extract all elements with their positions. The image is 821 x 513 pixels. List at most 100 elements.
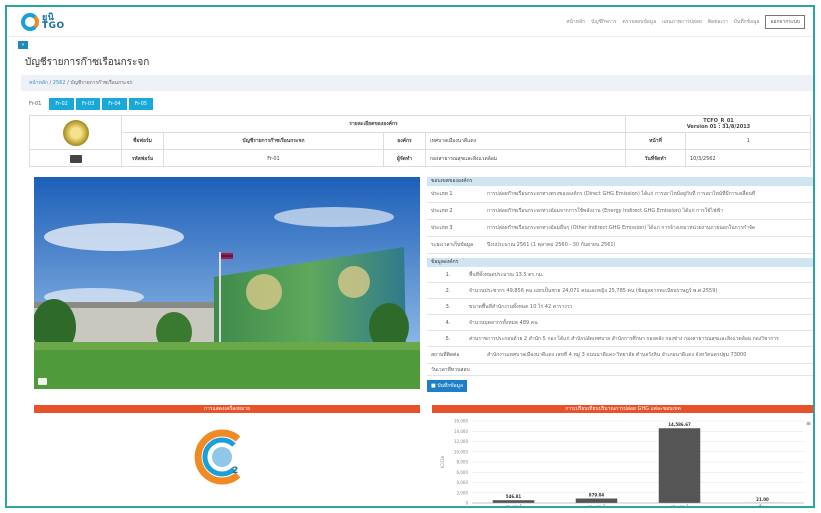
label-form-name: ชื่อฟอร์ม xyxy=(122,133,164,150)
scope-value: การปล่อยก๊าซเรือนกระจกทางอ้อมอื่นๆ (Othe… xyxy=(487,225,756,231)
office-photo-image xyxy=(34,177,420,389)
breadcrumb-home[interactable]: หน้าหลัก xyxy=(29,80,48,86)
org-data-value: จำนวนประชากร 49,856 คน แยกเป็นชาย 24,071… xyxy=(469,287,718,294)
sidebar-toggle-button[interactable]: » xyxy=(18,41,28,49)
scope-row: ประเภท 2 การปล่อยก๊าซเรือนกระจกทางอ้อมจา… xyxy=(427,203,813,220)
org-seal-icon xyxy=(62,119,89,146)
org-value: เทศบาลเมืองนาดีแดง xyxy=(426,133,626,150)
org-data-number: 5. xyxy=(445,335,451,342)
org-data-value: พื้นที่ทั้งหมดประมาณ 13.5 ตร.กม. xyxy=(469,271,544,278)
top-bar: ยูนิ TGO หน้าหลัก บัญชีกิจการ ตรวจสอบข้อ… xyxy=(7,7,813,37)
svg-text:2: 2 xyxy=(232,466,238,476)
org-data-row: 2. จำนวนประชากร 49,856 คน แยกเป็นชาย 24,… xyxy=(427,283,813,299)
org-data-value: จำนวนบุคลากรทั้งหมด 489 คน xyxy=(469,319,538,326)
breadcrumb-year[interactable]: 2562 xyxy=(53,80,66,86)
chart-y-tick-label: 6,000 xyxy=(457,470,469,475)
breadcrumb: หน้าหลัก / 2562 / บัญชีรายการก๊าซเรือนกร… xyxy=(21,75,813,91)
address-value: สำนักงานเทศบาลเมืองนาดีแดง เลขที่ 4 หมู่… xyxy=(487,352,747,358)
scope-row: ประเภท 1 การปล่อยก๊าซเรือนกระจกทางตรงของ… xyxy=(427,186,813,203)
chart-y-tick-label: 4,000 xyxy=(457,480,469,485)
label-org: องค์กร xyxy=(384,133,426,150)
date-value: 10/3/2562 xyxy=(690,155,716,162)
form-code-cell: TCFO_R_01 Version 01 : 31/8/2013 xyxy=(626,116,811,133)
tgo-emblem: 2 xyxy=(192,427,252,487)
scope-label: ประเภท 3 xyxy=(431,225,453,231)
page-title: บัญชีรายการก๊าซเรือนกระจก xyxy=(25,57,150,68)
scope-value: การปล่อยก๊าซเรือนกระจกทางตรงขององค์กร (D… xyxy=(487,191,756,197)
nav-item-record[interactable]: บันทึกข้อมูล xyxy=(734,18,760,26)
form-id-value: Fr-01 xyxy=(164,150,384,167)
chart-x-tick-label: ประเภท 1 xyxy=(505,504,523,508)
save-button[interactable]: ■ บันทึกข้อมูล xyxy=(427,380,468,392)
logo-panel-title: การแสดงเครื่องหมาย xyxy=(34,405,420,413)
scope-value: การปล่อยก๊าซเรือนกระจกทางอ้อมจากการใช้พล… xyxy=(487,208,723,214)
scope-label: ประเภท 2 xyxy=(431,208,453,214)
app-window: ยูนิ TGO หน้าหลัก บัญชีกิจการ ตรวจสอบข้อ… xyxy=(5,5,815,508)
org-section-title: รายละเอียดขององค์กร xyxy=(122,116,626,133)
tgo-emblem-icon: 2 xyxy=(194,429,241,485)
app-logo[interactable]: ยูนิ TGO xyxy=(21,11,65,33)
address-row: สถานที่ติดต่อ สำนักงานเทศบาลเมืองนาดีแดง… xyxy=(427,347,813,364)
emission-chart: 0 2,000 4,000 6,000 8,000 10,000 12,000 14,000 1… xyxy=(432,415,813,508)
logo-icon xyxy=(21,13,39,31)
scope-heading: ขอบเขตขององค์กร xyxy=(427,177,813,186)
org-data-row: 1. พื้นที่ทั้งหมดประมาณ 13.5 ตร.กม. xyxy=(427,267,813,283)
nav-item-accounts[interactable]: บัญชีกิจการ xyxy=(591,18,616,26)
chart-y-tick-label: 8,000 xyxy=(457,460,469,465)
org-seal-cell xyxy=(30,116,122,150)
page-value: 1 xyxy=(686,133,811,150)
chart-y-tick-label: 12,000 xyxy=(454,439,468,444)
nav-item-home[interactable]: หน้าหลัก xyxy=(566,18,585,26)
org-data-number: 3. xyxy=(445,303,451,310)
reporter-value: กองสาธารณสุขและสิ่งแวดล้อม xyxy=(426,150,626,167)
chart-data-label: 879.04 xyxy=(589,492,605,497)
verify-label: วันเวลาที่ทวนสอบ xyxy=(431,366,470,373)
person-card-icon xyxy=(69,154,82,163)
verify-row: วันเวลาที่ทวนสอบ xyxy=(427,364,813,376)
camera-icon[interactable] xyxy=(38,378,47,385)
chart-bar xyxy=(658,428,701,503)
scope-row: ประเภท 3 การปล่อยก๊าซเรือนกระจกทางอ้อมอื… xyxy=(427,220,813,237)
scope-value: ปีงบประมาณ 2561 (1 ตุลาคม 2560 - 30 กันย… xyxy=(487,242,616,248)
avatar-cell xyxy=(30,150,122,167)
tab-fr-02[interactable]: Fr-02 xyxy=(49,98,74,110)
tab-fr-03[interactable]: Fr-03 xyxy=(75,98,101,110)
nav-item-verify[interactable]: ตรวจสอบข้อมูล xyxy=(622,18,656,26)
chart-data-label: 21.00 xyxy=(756,497,769,502)
org-data-value: ส่วนราชการประกอบด้วย 2 สำนัก 5 กอง ได้แก… xyxy=(469,335,779,342)
chart-bar xyxy=(575,498,618,503)
chart-y-axis-label: tCO2e xyxy=(440,455,445,468)
form-name-value: บัญชีรายการก๊าซเรือนกระจก xyxy=(164,133,384,150)
chart-menu-icon: ≡ xyxy=(806,420,811,427)
emission-chart-svg: 0 2,000 4,000 6,000 8,000 10,000 12,000 14,000 1… xyxy=(440,419,811,508)
chart-panel-title: การเปรียบเทียบปริมาณการปล่อย GHG แต่ละขอ… xyxy=(432,405,813,413)
chart-data-label: 14,586.67 xyxy=(668,422,691,427)
form-header-table: รายละเอียดขององค์กร TCFO_R_01 Version 01… xyxy=(29,115,811,167)
org-data-number: 4. xyxy=(445,319,451,326)
scope-label: ประเภท 1 xyxy=(431,191,453,197)
scope-label: ระยะเวลาเก็บข้อมูล xyxy=(431,242,474,248)
address-label: สถานที่ติดต่อ xyxy=(431,352,460,358)
label-page: หน้าที่ xyxy=(626,133,686,150)
tab-fr-05[interactable]: Fr-05 xyxy=(128,98,154,110)
tab-fr-04[interactable]: Fr-04 xyxy=(102,98,127,110)
logout-button[interactable]: ออกจากระบบ xyxy=(765,15,805,29)
form-tabs: Fr-01 Fr-02 Fr-03 Fr-04 Fr-05 xyxy=(23,98,154,110)
org-data-heading: ข้อมูลองค์กร xyxy=(427,258,813,267)
org-data-row: 4. จำนวนบุคลากรทั้งหมด 489 คน xyxy=(427,315,813,331)
nav-item-contact[interactable]: ติดต่อเรา xyxy=(708,18,728,26)
label-form-code: รหัสฟอร์ม xyxy=(122,150,164,167)
chart-y-tick-label: 16,000 xyxy=(454,419,468,424)
org-data-value: ขนาดพื้นที่สำนักงานทั้งหมด 10 ไร่ 42 ตาร… xyxy=(469,303,573,310)
chart-y-tick-label: 10,000 xyxy=(454,449,468,454)
chart-x-tick-label: อื่นๆ xyxy=(758,504,766,508)
tab-fr-01[interactable]: Fr-01 xyxy=(23,98,48,110)
main-nav: หน้าหลัก บัญชีกิจการ ตรวจสอบข้อมูล แผนภา… xyxy=(566,15,805,29)
office-photo xyxy=(34,177,420,389)
chart-data-label: 546.81 xyxy=(506,494,522,499)
nav-item-emission-chart[interactable]: แผนภาพการปล่อย xyxy=(662,18,702,26)
logo-text: ยูนิ TGO xyxy=(42,14,65,31)
label-date: วันที่จัดทำ xyxy=(626,150,686,167)
breadcrumb-current: บัญชีรายการก๊าซเรือนกระจก xyxy=(70,80,133,86)
org-data-number: 1. xyxy=(445,271,451,278)
